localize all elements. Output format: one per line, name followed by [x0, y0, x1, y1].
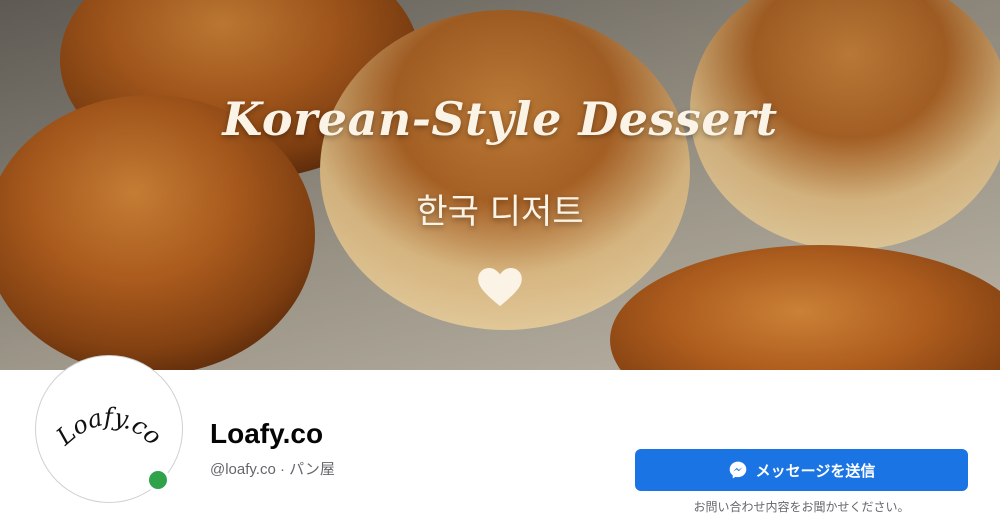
online-status-indicator — [146, 468, 170, 492]
cover-title: Korean-Style Dessert — [222, 92, 778, 146]
cover-subtitle: 한국 디저트 — [416, 192, 584, 232]
message-hint: お問い合わせ内容をお聞かせください。 — [693, 500, 910, 514]
page-handle: @loafy.co · パン屋 — [210, 461, 335, 478]
page-name[interactable]: Loafy.co — [210, 418, 323, 450]
send-message-label: メッセージを送信 — [755, 461, 876, 480]
messenger-icon — [729, 461, 746, 479]
heart-icon — [478, 268, 522, 307]
cover-photo[interactable]: Korean-Style Dessert 한국 디저트 — [0, 0, 1000, 370]
send-message-button[interactable]: メッセージを送信 — [635, 449, 968, 491]
